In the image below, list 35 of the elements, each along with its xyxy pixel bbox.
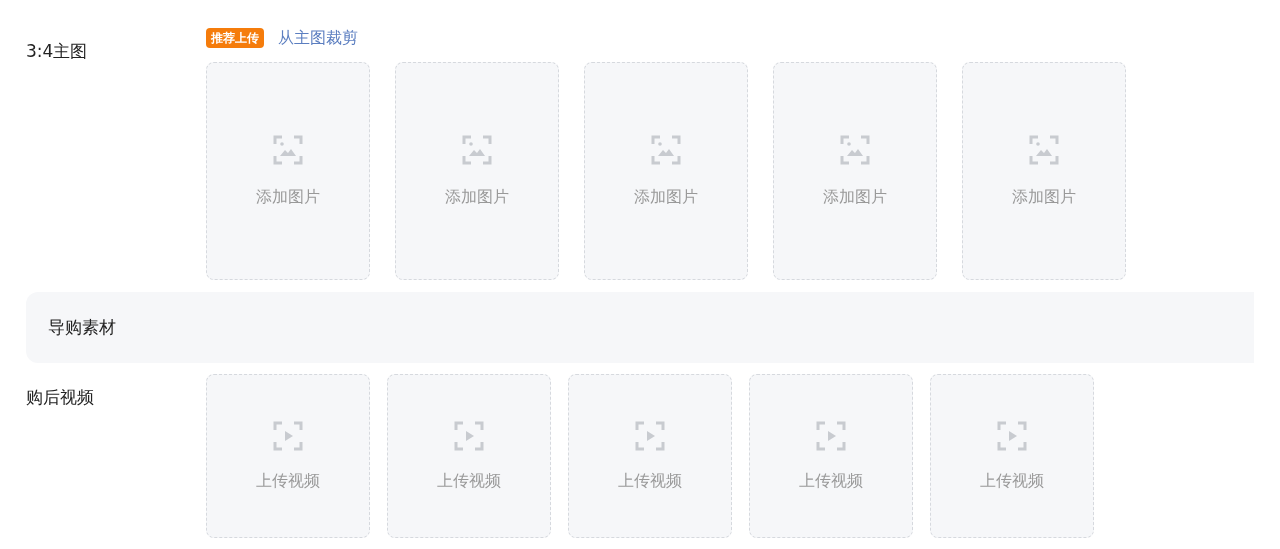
slot-label: 添加图片 [823,186,887,208]
upload-slot[interactable]: 上传视频 [387,374,551,538]
upload-slot[interactable]: 上传视频 [749,374,913,538]
section-title: 导购素材 [48,316,116,339]
upload-slot[interactable]: 添加图片 [395,62,559,280]
upload-slot[interactable]: 上传视频 [930,374,1094,538]
image-icon [1029,134,1059,165]
image-icon [651,134,681,165]
slot-label: 添加图片 [445,186,509,208]
slot-label: 添加图片 [1012,186,1076,208]
play-icon [816,420,846,451]
upload-slot[interactable]: 上传视频 [568,374,732,538]
image-icon [273,134,303,165]
image-icon [462,134,492,165]
slot-label: 上传视频 [980,470,1044,492]
slot-label: 上传视频 [799,470,863,492]
slot-label: 上传视频 [618,470,682,492]
crop-link[interactable]: 从主图裁剪 [278,27,358,49]
upload-slot[interactable]: 添加图片 [584,62,748,280]
field-label: 3:4主图 [26,40,89,63]
recommend-badge: 推荐上传 [206,28,264,48]
slot-label: 上传视频 [437,470,501,492]
slot-label: 上传视频 [256,470,320,492]
field-label: 购后视频 [26,386,95,409]
play-icon [273,420,303,451]
image-icon [840,134,870,165]
play-icon [635,420,665,451]
play-icon [454,420,484,451]
upload-slot[interactable]: 添加图片 [962,62,1126,280]
upload-slot[interactable]: 添加图片 [206,62,370,280]
slot-label: 添加图片 [256,186,320,208]
play-icon [997,420,1027,451]
slot-label: 添加图片 [634,186,698,208]
upload-slot[interactable]: 上传视频 [206,374,370,538]
upload-slot[interactable]: 添加图片 [773,62,937,280]
